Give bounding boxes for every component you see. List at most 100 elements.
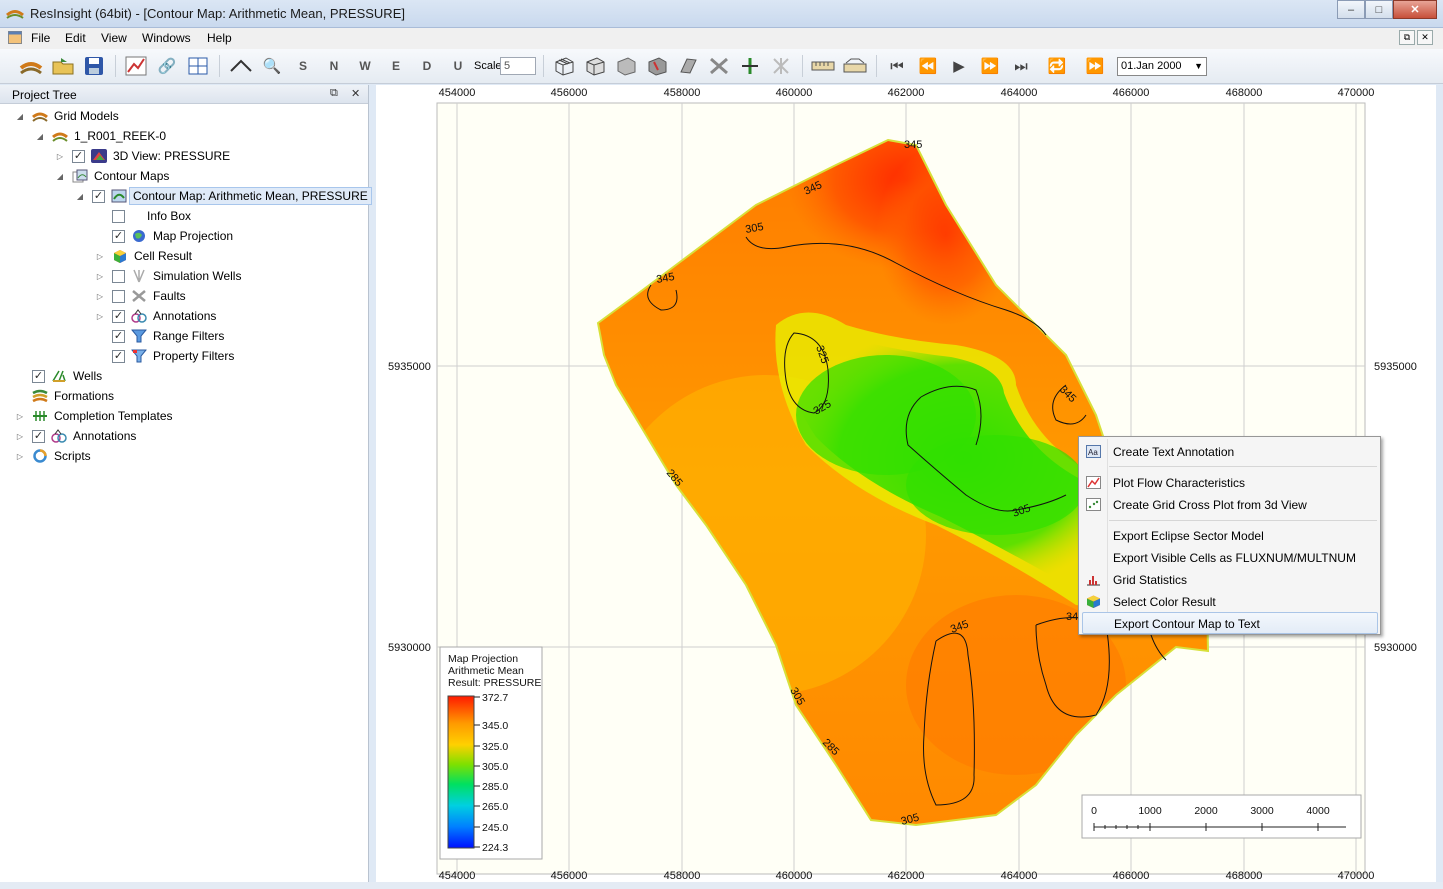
hide-faults-icon[interactable] bbox=[706, 54, 732, 78]
contour-map-icon bbox=[111, 189, 127, 203]
scale-bar-label: 4000 bbox=[1306, 805, 1330, 817]
tree-item-wells[interactable]: ✓ Wells bbox=[14, 366, 102, 386]
ruler-icon[interactable] bbox=[810, 54, 836, 78]
mdi-restore-button[interactable]: ⧉ bbox=[1399, 30, 1415, 45]
visibility-checkbox[interactable]: ✓ bbox=[112, 329, 125, 343]
mdi-window-icon[interactable] bbox=[8, 31, 22, 44]
tree-item-grid-models[interactable]: ◢ Grid Models bbox=[14, 106, 119, 126]
menu-item-export-contour-map-to-text[interactable]: Export Contour Map to Text bbox=[1082, 612, 1378, 634]
visibility-checkbox[interactable] bbox=[112, 289, 125, 303]
save-project-icon[interactable] bbox=[81, 54, 107, 78]
show-fault-faces-icon[interactable] bbox=[675, 54, 701, 78]
draw-mesh-icon[interactable] bbox=[551, 54, 577, 78]
maximize-button[interactable]: □ bbox=[1365, 0, 1393, 19]
menu-item-export-visible-cells[interactable]: Export Visible Cells as FLUXNUM/MULTNUM bbox=[1079, 547, 1380, 569]
collapse-arrow-icon[interactable]: ◢ bbox=[14, 112, 26, 121]
tree-item-cell-result[interactable]: ▷ Cell Result bbox=[94, 246, 192, 266]
timestep-select[interactable]: 01.Jan 2000 ▼ bbox=[1117, 57, 1207, 76]
tile-windows-icon[interactable] bbox=[185, 54, 211, 78]
expand-arrow-icon[interactable]: ▷ bbox=[14, 452, 26, 461]
show-wells-icon[interactable] bbox=[737, 54, 763, 78]
mdi-close-button[interactable]: ✕ bbox=[1417, 30, 1433, 45]
view-up-button[interactable]: U bbox=[445, 54, 471, 78]
draw-faults-icon[interactable] bbox=[644, 54, 670, 78]
view-west-button[interactable]: W bbox=[352, 54, 378, 78]
menu-file[interactable]: File bbox=[31, 31, 50, 45]
close-panel-icon[interactable]: ✕ bbox=[351, 87, 360, 100]
close-button[interactable]: ✕ bbox=[1393, 0, 1437, 19]
expand-arrow-icon[interactable]: ▷ bbox=[14, 412, 26, 421]
expand-arrow-icon[interactable]: ▷ bbox=[94, 252, 106, 261]
view-south-button[interactable]: S bbox=[290, 54, 316, 78]
visibility-checkbox[interactable]: ✓ bbox=[32, 429, 45, 443]
tree-item-range-filters[interactable]: ✓ Range Filters bbox=[94, 326, 224, 346]
expand-arrow-icon[interactable]: ▷ bbox=[94, 272, 106, 281]
tree-item-scripts[interactable]: ▷ Scripts bbox=[14, 446, 91, 466]
import-grid-icon[interactable] bbox=[18, 54, 44, 78]
tree-item-property-filters[interactable]: ✓ Property Filters bbox=[94, 346, 234, 366]
view-down-button[interactable]: D bbox=[414, 54, 440, 78]
expand-arrow-icon[interactable]: ▷ bbox=[54, 152, 66, 161]
visibility-checkbox[interactable]: ✓ bbox=[32, 369, 45, 383]
visibility-checkbox[interactable]: ✓ bbox=[92, 189, 105, 203]
step-back-icon[interactable]: ⏪ bbox=[915, 54, 941, 78]
menu-item-grid-statistics[interactable]: Grid Statistics bbox=[1079, 569, 1380, 591]
skip-to-start-icon[interactable]: ⏮ bbox=[884, 54, 910, 78]
x-tick-label: 468000 bbox=[1226, 87, 1263, 99]
tree-item-simulation-wells[interactable]: ▷ Simulation Wells bbox=[94, 266, 242, 286]
visibility-checkbox[interactable]: ✓ bbox=[112, 349, 125, 363]
polyline-measure-icon[interactable] bbox=[842, 54, 868, 78]
float-panel-icon[interactable]: ⧉ bbox=[330, 87, 338, 100]
visibility-checkbox[interactable]: ✓ bbox=[112, 229, 125, 243]
play-icon[interactable]: ▶ bbox=[946, 54, 972, 78]
tree-item-formations[interactable]: Formations bbox=[14, 386, 114, 406]
menu-help[interactable]: Help bbox=[207, 31, 232, 45]
tree-item-faults[interactable]: ▷ Faults bbox=[94, 286, 186, 306]
visibility-checkbox[interactable] bbox=[112, 269, 125, 283]
tree-item-global-annotations[interactable]: ▷ ✓ Annotations bbox=[14, 426, 136, 446]
show-well-cells-icon[interactable] bbox=[768, 54, 794, 78]
tree-item-annotations[interactable]: ▷ ✓ Annotations bbox=[94, 306, 216, 326]
menu-item-plot-flow-characteristics[interactable]: Plot Flow Characteristics bbox=[1079, 472, 1380, 494]
animation-speed-icon[interactable]: ⏩ bbox=[1082, 54, 1108, 78]
menu-item-select-color-result[interactable]: Select Color Result bbox=[1079, 591, 1380, 613]
zoom-all-icon[interactable]: 🔍 bbox=[259, 54, 285, 78]
tree-item-contour-map[interactable]: ◢ ✓ Contour Map: Arithmetic Mean, PRESSU… bbox=[74, 186, 372, 206]
expand-arrow-icon[interactable]: ▷ bbox=[94, 292, 106, 301]
step-forward-icon[interactable]: ⏩ bbox=[977, 54, 1003, 78]
draw-surface-icon[interactable] bbox=[613, 54, 639, 78]
repeat-icon[interactable]: 🔁 bbox=[1044, 54, 1070, 78]
link-views-icon[interactable]: 🔗 bbox=[154, 54, 180, 78]
scale-spinbox[interactable]: 5 bbox=[500, 57, 536, 75]
tree-item-info-box[interactable]: Info Box bbox=[94, 206, 191, 226]
summary-plot-icon[interactable] bbox=[123, 54, 149, 78]
menu-view[interactable]: View bbox=[101, 31, 127, 45]
tree-item-case[interactable]: ◢ 1_R001_REEK-0 bbox=[34, 126, 166, 146]
tree-item-map-projection[interactable]: ✓ Map Projection bbox=[94, 226, 233, 246]
menu-item-create-grid-cross-plot[interactable]: Create Grid Cross Plot from 3d View bbox=[1079, 494, 1380, 516]
expand-arrow-icon[interactable]: ▷ bbox=[14, 432, 26, 441]
view-east-button[interactable]: E bbox=[383, 54, 409, 78]
tree-item-completion-templates[interactable]: ▷ Completion Templates bbox=[14, 406, 173, 426]
menu-windows[interactable]: Windows bbox=[142, 31, 191, 45]
menu-item-export-eclipse-sector-model[interactable]: Export Eclipse Sector Model bbox=[1079, 525, 1380, 547]
view-north-button[interactable]: N bbox=[321, 54, 347, 78]
tree-item-3d-view[interactable]: ▷ ✓ 3D View: PRESSURE bbox=[54, 146, 230, 166]
visibility-checkbox[interactable]: ✓ bbox=[72, 149, 85, 163]
collapse-arrow-icon[interactable]: ◢ bbox=[74, 192, 86, 201]
menu-edit[interactable]: Edit bbox=[65, 31, 86, 45]
map-projection-icon bbox=[133, 230, 145, 242]
visibility-checkbox[interactable]: ✓ bbox=[112, 309, 125, 323]
visibility-checkbox[interactable] bbox=[112, 209, 125, 223]
collapse-arrow-icon[interactable]: ◢ bbox=[54, 172, 66, 181]
y-tick-label: 5930000 bbox=[1374, 642, 1417, 654]
minimize-button[interactable]: – bbox=[1337, 0, 1365, 19]
open-project-icon[interactable] bbox=[50, 54, 76, 78]
perspective-icon[interactable] bbox=[228, 54, 254, 78]
skip-to-end-icon[interactable]: ⏭ bbox=[1008, 54, 1034, 78]
draw-mesh-lines-icon[interactable] bbox=[582, 54, 608, 78]
expand-arrow-icon[interactable]: ▷ bbox=[94, 312, 106, 321]
tree-item-contour-maps[interactable]: ◢ Contour Maps bbox=[54, 166, 169, 186]
menu-item-create-text-annotation[interactable]: Aa Create Text Annotation bbox=[1079, 441, 1380, 463]
collapse-arrow-icon[interactable]: ◢ bbox=[34, 132, 46, 141]
